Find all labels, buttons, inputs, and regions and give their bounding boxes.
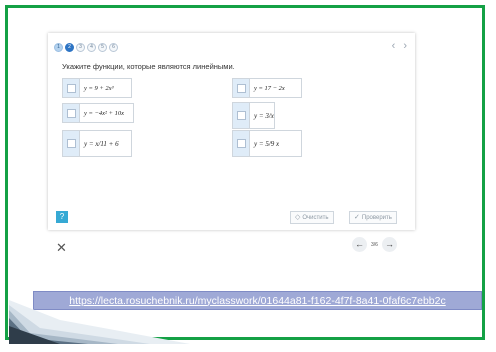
close-icon[interactable]: ✕	[56, 240, 67, 256]
checkmark-icon: ✓	[354, 214, 360, 221]
clear-button[interactable]: ◇ Очистить	[290, 211, 334, 224]
option-formula: y = 5/9 x	[254, 139, 280, 148]
option-formula: y = 9 + 2x³	[84, 84, 114, 92]
help-button[interactable]: ?	[56, 211, 68, 223]
link-banner: https://lecta.rosuchebnik.ru/myclasswork…	[33, 291, 482, 310]
check-button-label: Проверить	[361, 215, 392, 221]
page-counter: 3/6	[371, 241, 378, 248]
option-1[interactable]: y = 9 + 2x³	[62, 78, 132, 98]
step-6[interactable]: 6	[109, 43, 118, 52]
exercise-card: 1 2 3 4 5 6 ‹ › Укажите функции, которые …	[48, 33, 415, 230]
chevron-left-icon[interactable]: ‹	[392, 40, 396, 52]
clear-button-label: Очистить	[302, 215, 329, 221]
step-4[interactable]: 4	[87, 43, 96, 52]
checkbox[interactable]	[63, 79, 80, 97]
task-nav: ‹ ›	[384, 40, 407, 52]
option-2[interactable]: y = 17 − 2x	[232, 78, 302, 98]
check-button[interactable]: ✓ Проверить	[349, 211, 397, 224]
option-5[interactable]: y = x/11 + 6	[62, 130, 132, 157]
option-4[interactable]: y = 3/x	[232, 102, 275, 129]
lesson-link[interactable]: https://lecta.rosuchebnik.ru/myclasswork…	[69, 295, 445, 307]
chevron-right-icon[interactable]: ›	[403, 40, 407, 52]
checkbox[interactable]	[233, 79, 250, 97]
checkbox[interactable]	[233, 131, 250, 156]
option-3[interactable]: y = −4x² + 10x	[62, 103, 134, 123]
checkbox[interactable]	[63, 104, 80, 122]
option-6[interactable]: y = 5/9 x	[232, 130, 302, 157]
page-navigation: ← 3/6 →	[352, 237, 397, 252]
option-formula: y = 17 − 2x	[254, 84, 285, 92]
option-formula: y = −4x² + 10x	[84, 109, 125, 117]
option-formula: y = 3/x	[254, 111, 274, 120]
step-2[interactable]: 2	[65, 43, 74, 52]
step-indicator: 1 2 3 4 5 6	[54, 43, 118, 52]
step-1[interactable]: 1	[54, 43, 63, 52]
arrow-right-icon[interactable]: →	[381, 237, 397, 252]
option-formula: y = x/11 + 6	[84, 139, 119, 148]
arrow-left-icon[interactable]: ←	[352, 237, 367, 252]
question-text: Укажите функции, которые являются линейн…	[62, 62, 235, 71]
checkbox[interactable]	[233, 103, 250, 128]
checkbox[interactable]	[63, 131, 80, 156]
step-3[interactable]: 3	[76, 43, 85, 52]
eraser-icon: ◇	[295, 214, 301, 221]
step-5[interactable]: 5	[98, 43, 107, 52]
